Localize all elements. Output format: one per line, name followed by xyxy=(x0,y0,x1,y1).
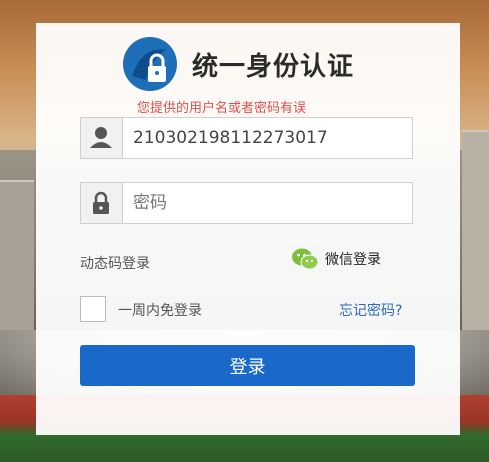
user-icon xyxy=(81,118,123,158)
logo-lock-icon xyxy=(123,37,177,91)
password-input[interactable] xyxy=(133,183,403,223)
lock-icon xyxy=(81,183,123,223)
wechat-login-label: 微信登录 xyxy=(325,252,381,268)
wechat-icon xyxy=(292,248,319,270)
login-button[interactable]: 登录 xyxy=(80,345,415,386)
wechat-login-link[interactable]: 微信登录 xyxy=(291,246,381,272)
username-field[interactable] xyxy=(80,117,413,159)
background-building-left xyxy=(0,180,34,342)
page-title: 统一身份认证 xyxy=(192,52,355,82)
error-message: 您提供的用户名或者密码有误 xyxy=(137,101,307,116)
remember-me-checkbox[interactable] xyxy=(80,296,106,322)
background-building-right xyxy=(462,130,489,342)
username-input[interactable] xyxy=(133,118,403,158)
forgot-password-link[interactable]: 忘记密码? xyxy=(339,300,402,320)
remember-me-label: 一周内免登录 xyxy=(118,303,202,319)
dynamic-code-login-link[interactable]: 动态码登录 xyxy=(80,253,150,273)
password-field[interactable] xyxy=(80,182,413,224)
